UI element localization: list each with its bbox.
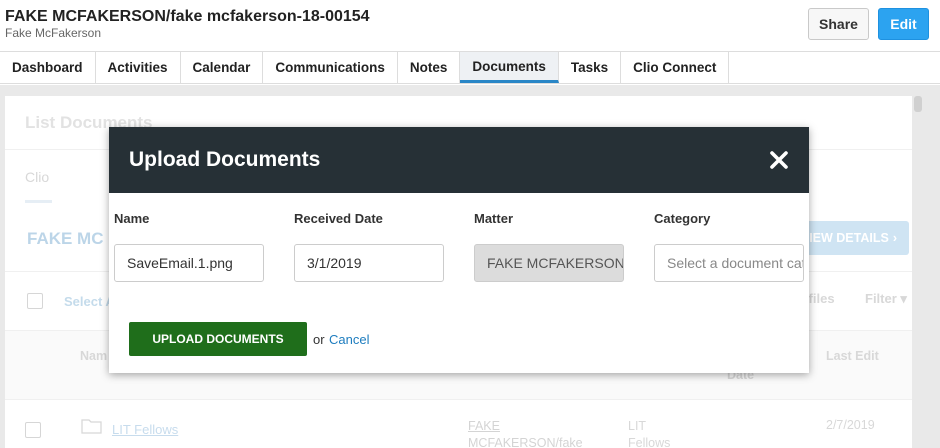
tab-calendar[interactable]: Calendar	[181, 52, 264, 83]
row-checkbox[interactable]	[25, 422, 41, 438]
matter-client-name: Fake McFakerson	[5, 26, 102, 40]
category-select[interactable]: Select a document category	[654, 244, 804, 282]
close-icon[interactable]	[769, 150, 789, 170]
name-field[interactable]: SaveEmail.1.png	[114, 244, 264, 282]
matter-title: FAKE MCFAKERSON/fake mcfakerson-18-00154	[5, 8, 370, 25]
tab-activities[interactable]: Activities	[96, 52, 181, 83]
chevron-right-icon: ›	[892, 231, 897, 245]
view-details-button[interactable]: VIEW DETAILS ›	[800, 221, 909, 255]
upload-documents-modal: Upload Documents Name Received Date Matt…	[109, 127, 809, 373]
folder-icon	[81, 419, 102, 434]
received-date-label: Received Date	[294, 211, 383, 226]
edit-button[interactable]: Edit	[878, 8, 929, 40]
select-all-label[interactable]: Select A	[64, 294, 115, 309]
view-details-label: VIEW DETAILS	[800, 231, 889, 245]
tab-dashboard[interactable]: Dashboard	[0, 52, 96, 83]
cancel-link[interactable]: Cancel	[329, 332, 369, 347]
tab-documents[interactable]: Documents	[460, 52, 559, 83]
row-last-edit: 2/7/2019	[826, 418, 875, 432]
scrollbar-thumb[interactable]	[914, 96, 922, 112]
column-name[interactable]: Nam	[80, 349, 107, 363]
matter-field: FAKE MCFAKERSON	[474, 244, 624, 282]
share-button[interactable]: Share	[808, 8, 869, 40]
filter-button[interactable]: Filter ▾	[865, 291, 907, 307]
matter-heading: FAKE MC	[27, 229, 104, 248]
modal-header: Upload Documents	[109, 127, 809, 193]
filter-label: Filter	[865, 291, 897, 306]
tab-notes[interactable]: Notes	[398, 52, 461, 83]
matter-header: FAKE MCFAKERSON/fake mcfakerson-18-00154…	[0, 0, 940, 52]
matter-tabs: Dashboard Activities Calendar Communicat…	[0, 51, 940, 84]
or-label: or	[313, 332, 325, 347]
column-last-edit[interactable]: Last Edit	[826, 349, 879, 363]
select-all-checkbox[interactable]	[27, 293, 43, 309]
tab-communications[interactable]: Communications	[263, 52, 398, 83]
row-category: LIT Fellows	[628, 419, 671, 448]
matter-label: Matter	[474, 211, 514, 226]
modal-title: Upload Documents	[129, 148, 321, 171]
received-date-field[interactable]: 3/1/2019	[294, 244, 444, 282]
upload-documents-button[interactable]: UPLOAD DOCUMENTS	[129, 322, 307, 356]
tab-clio-connect[interactable]: Clio Connect	[621, 52, 730, 83]
row-matter-link[interactable]: FAKE MCFAKERSON/fake	[468, 418, 598, 448]
row-name-link[interactable]: LIT Fellows	[112, 422, 178, 437]
subtab-clio[interactable]: Clio	[25, 169, 49, 185]
name-label: Name	[114, 211, 150, 226]
chevron-down-icon: ▾	[900, 291, 907, 306]
subtab-underline	[25, 200, 52, 203]
category-label: Category	[654, 211, 711, 226]
tab-tasks[interactable]: Tasks	[559, 52, 622, 83]
